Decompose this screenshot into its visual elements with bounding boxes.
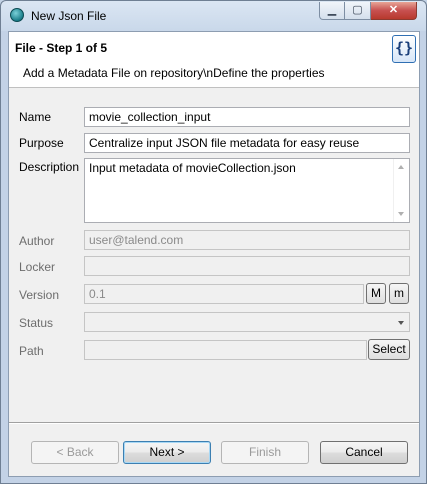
- purpose-input[interactable]: Centralize input JSON file metadata for …: [84, 133, 410, 153]
- title-bar[interactable]: New Json File ▁ ▢ ✕: [1, 1, 426, 31]
- window-title: New Json File: [31, 9, 107, 23]
- locker-label: Locker: [19, 260, 56, 274]
- close-button[interactable]: ✕: [371, 2, 417, 20]
- scroll-down-icon[interactable]: [398, 212, 404, 216]
- version-input: 0.1: [84, 284, 364, 304]
- chevron-down-icon[interactable]: [398, 321, 404, 325]
- footer-divider: [9, 422, 419, 424]
- wizard-header: File - Step 1 of 5 Add a Metadata File o…: [9, 32, 419, 88]
- step-description: Add a Metadata File on repository\nDefin…: [23, 66, 325, 80]
- new-json-file-dialog: New Json File ▁ ▢ ✕ File - Step 1 of 5 A…: [0, 0, 427, 484]
- json-file-icon: {}: [392, 35, 416, 63]
- major-version-button[interactable]: M: [366, 283, 386, 304]
- description-label: Description: [19, 160, 80, 174]
- purpose-label: Purpose: [19, 136, 64, 150]
- dialog-body: File - Step 1 of 5 Add a Metadata File o…: [8, 31, 420, 477]
- cancel-button[interactable]: Cancel: [320, 441, 408, 464]
- description-text: Input metadata of movieCollection.json: [89, 161, 296, 175]
- version-label: Version: [19, 288, 60, 302]
- name-input[interactable]: movie_collection_input: [84, 107, 410, 127]
- back-button[interactable]: < Back: [31, 441, 119, 464]
- author-input: user@talend.com: [84, 230, 410, 250]
- talend-icon: [10, 8, 24, 22]
- author-label: Author: [19, 234, 55, 248]
- step-title: File - Step 1 of 5: [15, 41, 108, 55]
- name-label: Name: [19, 110, 52, 124]
- description-textarea[interactable]: Input metadata of movieCollection.json: [84, 158, 410, 223]
- description-scrollbar[interactable]: [393, 159, 409, 222]
- minimize-button[interactable]: ▁: [319, 2, 345, 20]
- scroll-up-icon[interactable]: [398, 165, 404, 169]
- status-label: Status: [19, 316, 54, 330]
- path-label: Path: [19, 344, 44, 358]
- maximize-button[interactable]: ▢: [345, 2, 371, 20]
- locker-input: [84, 256, 410, 276]
- minor-version-button[interactable]: m: [389, 283, 409, 304]
- status-select[interactable]: [84, 312, 410, 332]
- path-input: [84, 340, 367, 360]
- select-path-button[interactable]: Select: [368, 339, 410, 360]
- finish-button[interactable]: Finish: [221, 441, 309, 464]
- next-button[interactable]: Next >: [123, 441, 211, 464]
